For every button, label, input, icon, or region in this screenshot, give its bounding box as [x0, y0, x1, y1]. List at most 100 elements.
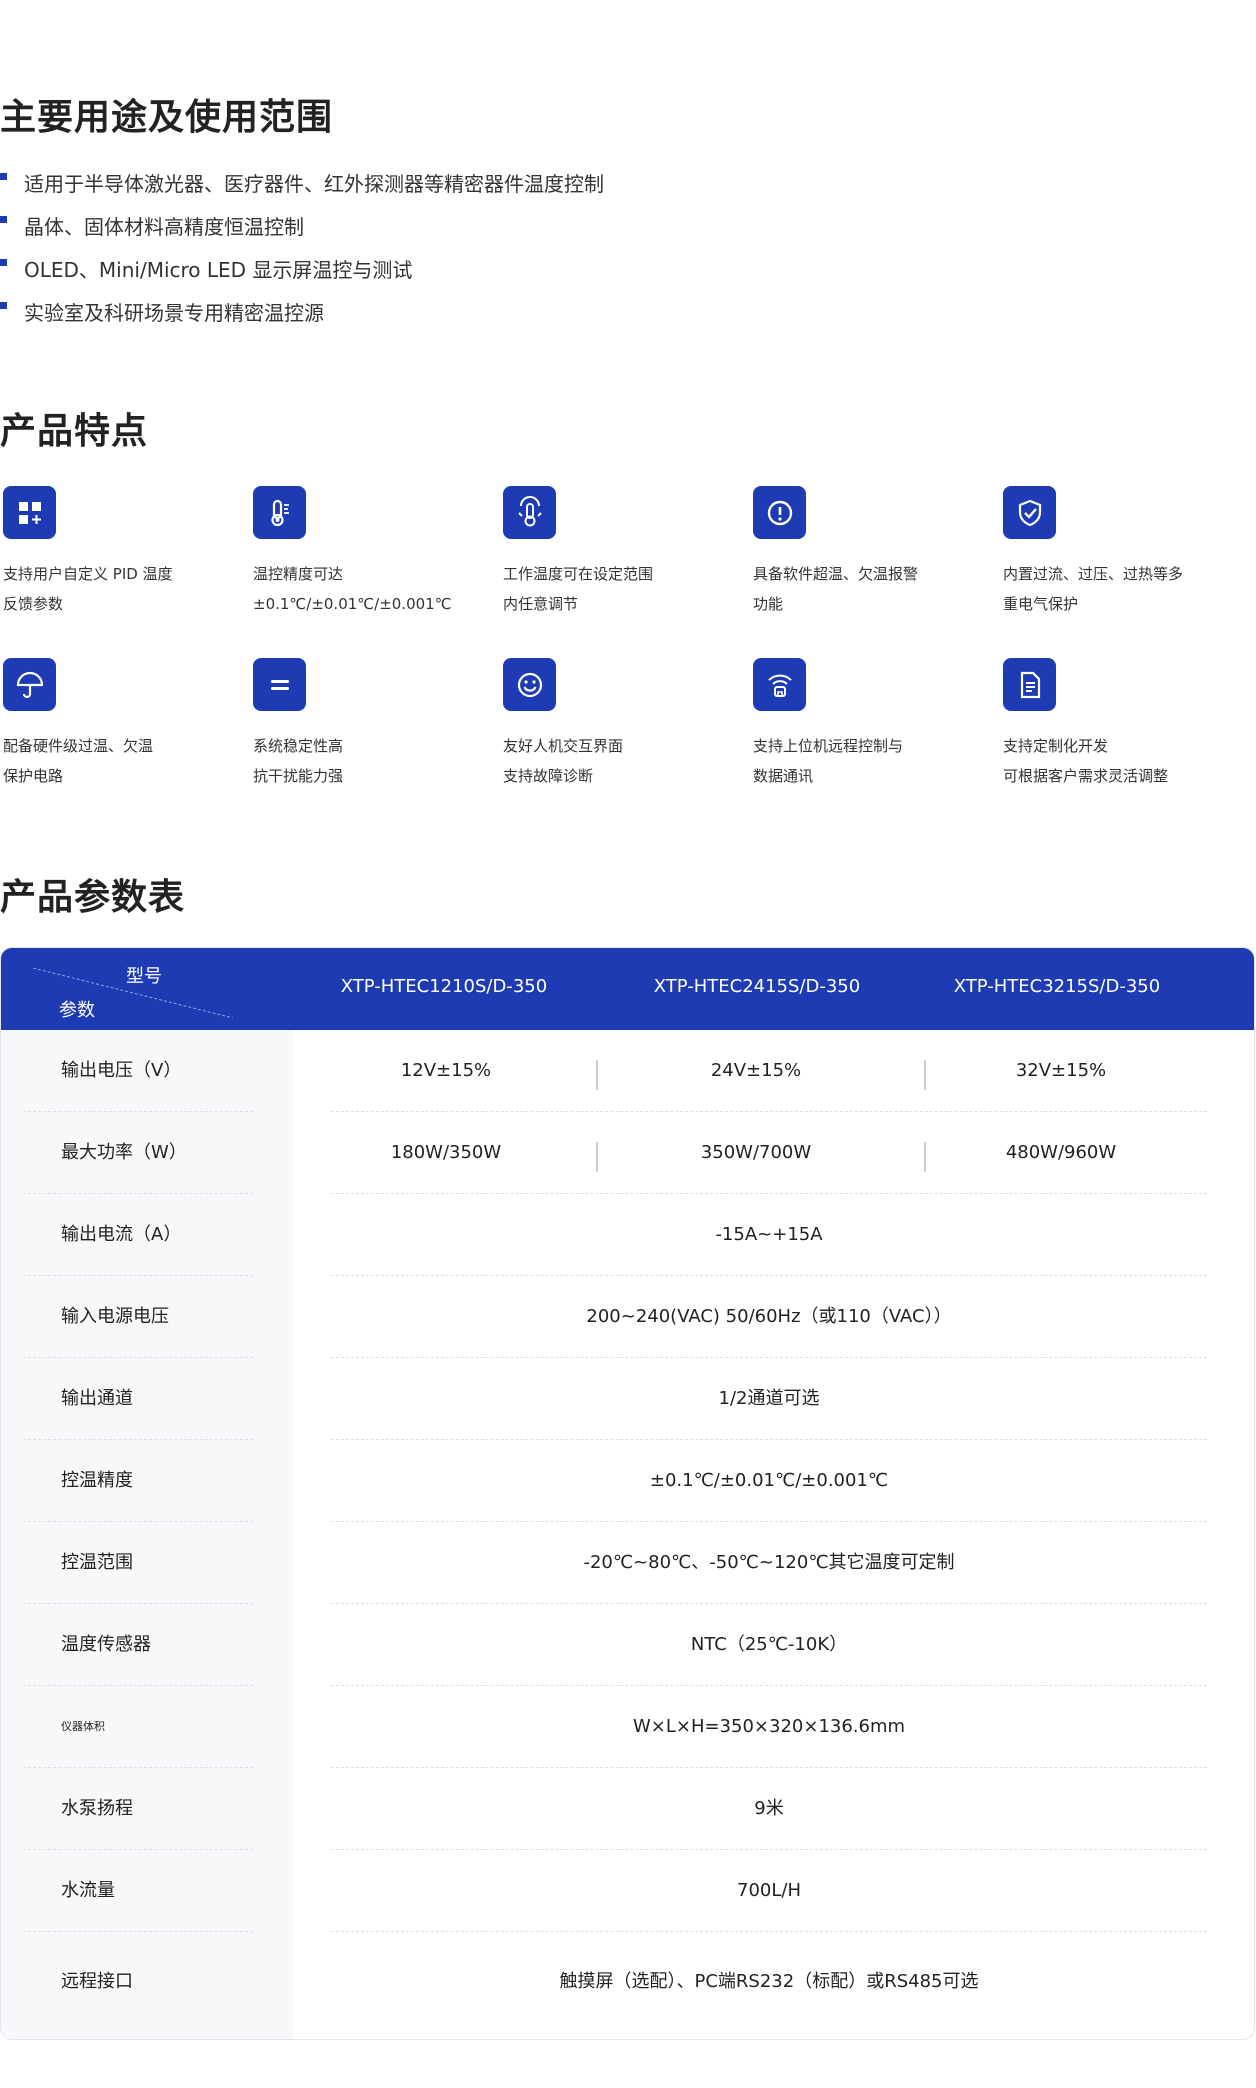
- model-column-header: XTP-HTEC2415S/D-350: [653, 976, 861, 997]
- table-row: 水泵扬程 9米: [1, 1768, 1254, 1850]
- table-row: 输出电压（V） 12V±15% 24V±15% 32V±15%: [1, 1030, 1254, 1112]
- table-row: 最大功率（W） 180W/350W 350W/700W 480W/960W: [1, 1112, 1254, 1194]
- param-label-cell: 温度传感器: [61, 1634, 151, 1655]
- list-item: 适用于半导体激光器、医疗器件、红外探测器等精密器件温度控制: [0, 168, 1000, 211]
- list-item: OLED、Mini/Micro LED 显示屏温控与测试: [0, 254, 1000, 297]
- params-table: 型号 参数 XTP-HTEC1210S/D-350 XTP-HTEC2415S/…: [0, 947, 1255, 2040]
- list-item: 实验室及科研场景专用精密温控源: [0, 297, 1000, 340]
- param-value-cell: -20℃~80℃、-50℃~120℃其它温度可定制: [583, 1552, 955, 1573]
- feature-text: 反馈参数: [3, 595, 64, 613]
- feature-text: 温控精度可达: [253, 565, 344, 583]
- feature-item: 温控精度可达 ±0.1℃/±0.01℃/±0.001℃: [253, 486, 493, 619]
- list-item: 晶体、固体材料高精度恒温控制: [0, 211, 1000, 254]
- param-value-cell: -15A~+15A: [715, 1224, 823, 1245]
- param-value-cell: 12V±15%: [400, 1060, 492, 1081]
- use-text: 适用于半导体激光器、医疗器件、红外探测器等精密器件温度控制: [24, 172, 604, 196]
- param-value-cell: NTC（25℃-10K）: [690, 1634, 848, 1655]
- feature-text: 友好人机交互界面: [503, 737, 624, 755]
- param-value-cell: 24V±15%: [710, 1060, 802, 1081]
- bullet-icon: [0, 302, 7, 309]
- column-separator: [596, 1142, 598, 1172]
- param-label: 参数: [59, 1000, 95, 1021]
- thermometer-icon: [253, 486, 306, 539]
- umbrella-icon: [3, 658, 56, 711]
- alert-circle-icon: [753, 486, 806, 539]
- table-row: 仪器体积 W×L×H=350×320×136.6mm: [1, 1686, 1254, 1768]
- feature-text: 支持定制化开发: [1003, 737, 1109, 755]
- table-row: 输入电源电压 200~240(VAC) 50/60Hz（或110（VAC））: [1, 1276, 1254, 1358]
- equals-icon: [253, 658, 306, 711]
- smiley-icon: [503, 658, 556, 711]
- feature-item: 具备软件超温、欠温报警 功能: [753, 486, 993, 619]
- feature-item: 友好人机交互界面 支持故障诊断: [503, 658, 743, 791]
- param-label-cell: 控温范围: [61, 1552, 133, 1573]
- feature-text: 功能: [753, 595, 784, 613]
- param-label-cell: 输入电源电压: [61, 1306, 169, 1327]
- table-row: 温度传感器 NTC（25℃-10K）: [1, 1604, 1254, 1686]
- param-value-cell: 350W/700W: [700, 1142, 812, 1163]
- param-label-cell: 仪器体积: [61, 1720, 105, 1733]
- features-title: 产品特点: [0, 411, 149, 452]
- feature-text: 重电气保护: [1003, 595, 1079, 613]
- bullet-icon: [0, 173, 7, 180]
- column-separator: [596, 1060, 598, 1090]
- feature-item: 支持用户自定义 PID 温度 反馈参数: [3, 486, 243, 619]
- param-label-cell: 最大功率（W）: [61, 1142, 187, 1163]
- param-label-cell: 输出电压（V）: [61, 1060, 182, 1081]
- feature-text: 抗干扰能力强: [253, 767, 344, 785]
- apps-grid-icon: [3, 486, 56, 539]
- param-label-cell: 控温精度: [61, 1470, 133, 1491]
- use-text: 晶体、固体材料高精度恒温控制: [24, 215, 304, 239]
- bullet-icon: [0, 216, 7, 223]
- model-column-header: XTP-HTEC1210S/D-350: [340, 976, 548, 997]
- param-label-cell: 水泵扬程: [61, 1798, 133, 1819]
- feature-text: 可根据客户需求灵活调整: [1003, 767, 1169, 785]
- param-label-cell: 输出通道: [61, 1388, 133, 1409]
- param-value-cell: 触摸屏（选配）、PC端RS232（标配）或RS485可选: [559, 1971, 979, 1992]
- feature-text: 内置过流、过压、过热等多: [1003, 565, 1184, 583]
- feature-text: 内任意调节: [503, 595, 579, 613]
- table-header: 型号 参数 XTP-HTEC1210S/D-350 XTP-HTEC2415S/…: [1, 948, 1254, 1030]
- feature-text: 具备软件超温、欠温报警: [753, 565, 919, 583]
- remote-signal-icon: [753, 658, 806, 711]
- table-row: 输出通道 1/2通道可选: [1, 1358, 1254, 1440]
- feature-item: 工作温度可在设定范围 内任意调节: [503, 486, 743, 619]
- feature-item: 支持定制化开发可根据客户需求灵活调整: [1003, 658, 1243, 791]
- bullet-icon: [0, 259, 7, 266]
- table-row: 控温范围 -20℃~80℃、-50℃~120℃其它温度可定制: [1, 1522, 1254, 1604]
- feature-text: 配备硬件级过温、欠温: [3, 737, 154, 755]
- uses-title: 主要用途及使用范围: [0, 97, 334, 138]
- feature-item: 配备硬件级过温、欠温 保护电路: [3, 658, 243, 791]
- feature-text: ±0.1℃/±0.01℃/±0.001℃: [253, 595, 452, 613]
- param-label-cell: 远程接口: [61, 1971, 133, 1992]
- table-row: 输出电流（A） -15A~+15A: [1, 1194, 1254, 1276]
- model-column-header: XTP-HTEC3215S/D-350: [953, 976, 1161, 997]
- table-row: 远程接口 触摸屏（选配）、PC端RS232（标配）或RS485可选: [1, 1932, 1254, 2032]
- params-title: 产品参数表: [0, 877, 186, 918]
- feature-item: 内置过流、过压、过热等多 重电气保护: [1003, 486, 1243, 619]
- param-value-cell: W×L×H=350×320×136.6mm: [632, 1716, 906, 1737]
- column-separator: [924, 1060, 926, 1090]
- feature-item: 支持上位机远程控制与 数据通讯: [753, 658, 993, 791]
- param-label-cell: 水流量: [61, 1880, 115, 1901]
- use-text: OLED、Mini/Micro LED 显示屏温控与测试: [24, 258, 413, 282]
- param-label-cell: 输出电流（A）: [61, 1224, 182, 1245]
- param-value-cell: 480W/960W: [1005, 1142, 1117, 1163]
- document-icon: [1003, 658, 1056, 711]
- temperature-range-icon: [503, 486, 556, 539]
- feature-text: 数据通讯: [753, 767, 814, 785]
- param-value-cell: 700L/H: [737, 1880, 801, 1901]
- uses-list: 适用于半导体激光器、医疗器件、红外探测器等精密器件温度控制 晶体、固体材料高精度…: [0, 168, 1000, 340]
- feature-text: 支持用户自定义 PID 温度: [3, 565, 173, 583]
- table-row: 控温精度 ±0.1℃/±0.01℃/±0.001℃: [1, 1440, 1254, 1522]
- feature-text: 支持故障诊断: [503, 767, 594, 785]
- feature-text: 工作温度可在设定范围: [503, 565, 654, 583]
- table-row: 水流量 700L/H: [1, 1850, 1254, 1932]
- feature-text: 支持上位机远程控制与: [753, 737, 904, 755]
- param-value-cell: 9米: [754, 1798, 784, 1819]
- feature-text: 系统稳定性高: [253, 737, 344, 755]
- use-text: 实验室及科研场景专用精密温控源: [24, 301, 324, 325]
- feature-text: 保护电路: [3, 767, 64, 785]
- param-value-cell: 180W/350W: [390, 1142, 502, 1163]
- param-value-cell: 32V±15%: [1015, 1060, 1107, 1081]
